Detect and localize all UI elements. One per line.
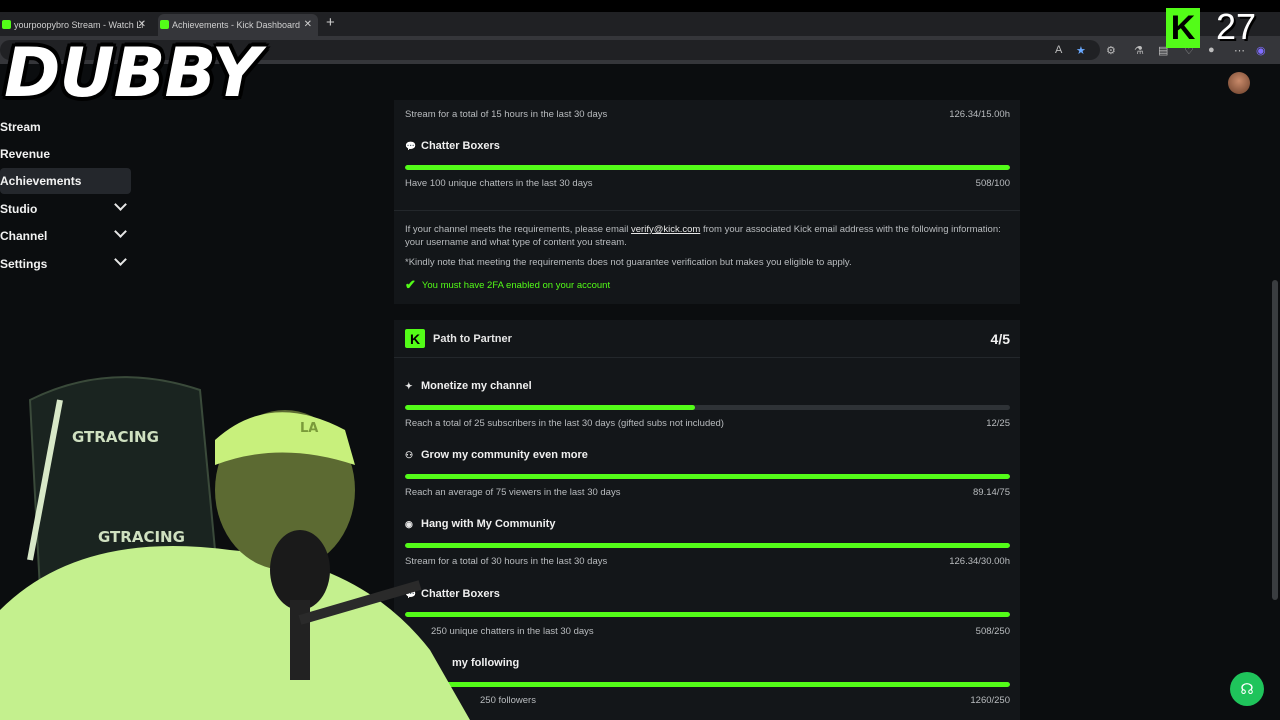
sidebar-item-stream[interactable]: Stream — [0, 114, 131, 140]
progress-bar — [405, 405, 1010, 410]
partner-header: K Path to Partner — [405, 329, 512, 348]
sidebar-item-channel[interactable]: Channel — [0, 223, 131, 249]
sidebar-item-achievements[interactable]: Achievements — [0, 168, 131, 194]
sidebar-item-studio[interactable]: Studio — [0, 196, 131, 222]
checkmark-icon: ✔ — [405, 277, 416, 292]
progress-bar — [405, 543, 1010, 548]
scrollbar[interactable] — [1272, 280, 1278, 600]
favorite-star-icon[interactable]: ★ — [1076, 44, 1086, 57]
chat-bubble-icon: 💬 — [405, 140, 417, 151]
progress-fill — [405, 474, 1010, 479]
progress-fill — [405, 682, 1010, 687]
achievement-title-text: Chatter Boxers — [421, 140, 500, 152]
sidebar-item-label: Revenue — [0, 147, 51, 161]
close-icon[interactable]: ✕ — [138, 19, 146, 30]
support-chat-button[interactable]: ☊ — [1230, 672, 1264, 706]
kick-favicon-icon — [2, 20, 11, 29]
chair-brand-text: GTRACING — [98, 528, 185, 546]
kick-logo-icon: K — [1166, 8, 1200, 48]
partner-title: Path to Partner — [433, 332, 512, 345]
chevron-down-icon — [114, 253, 127, 266]
tab-achievements[interactable]: Achievements - Kick Dashboard ✕ — [158, 14, 318, 36]
achievement-description: Stream for a total of 15 hours in the la… — [405, 109, 608, 120]
kick-favicon-icon — [160, 20, 169, 29]
sidebar-item-label: Settings — [0, 257, 48, 271]
achievement-value: 508/100 — [975, 178, 1010, 189]
progress-bar — [405, 165, 1010, 170]
twofa-text: You must have 2FA enabled on your accoun… — [421, 279, 611, 291]
sidebar-item-label: Channel — [0, 229, 48, 243]
extension-icon[interactable]: ⚗ — [1134, 44, 1144, 57]
verification-card — [394, 100, 1020, 304]
verification-note: *Kindly note that meeting the requiremen… — [405, 257, 852, 268]
viewer-count: 27 — [1216, 6, 1257, 47]
tab-title: Achievements - Kick Dashboard — [172, 20, 301, 30]
progress-bar — [405, 474, 1010, 479]
twofa-requirement: ✔ You must have 2FA enabled on your acco… — [405, 277, 610, 293]
verify-email-link[interactable]: verify@kick.com — [631, 224, 700, 235]
shirt-shape — [0, 546, 470, 720]
tab-title: yourpoopybro Stream - Watch Li — [14, 20, 144, 30]
sidebar-item-label: Stream — [0, 120, 41, 134]
achievement-value: 508/250 — [975, 626, 1010, 637]
tab-stream[interactable]: yourpoopybro Stream - Watch Li ✕ — [0, 14, 152, 36]
avatar[interactable] — [1228, 72, 1250, 94]
chair-brand-text: GTRACING — [72, 428, 159, 446]
achievement-value: 1260/250 — [970, 695, 1010, 706]
achievement-value: 126.34/15.00h — [949, 109, 1010, 120]
achievement-value: 89.14/75 — [973, 487, 1010, 498]
verification-info: If your channel meets the requirements, … — [405, 223, 1005, 249]
info-text: If your channel meets the requirements, … — [405, 224, 632, 235]
headset-icon: ☊ — [1240, 681, 1254, 698]
webcam-overlay: GTRACING GTRACING LA — [0, 360, 470, 720]
webcam-image: GTRACING GTRACING LA — [0, 376, 470, 720]
achievement-description: 250 followers — [480, 695, 536, 706]
progress-bar — [405, 612, 1010, 617]
progress-fill — [405, 612, 1010, 617]
kick-logo-icon: K — [405, 329, 425, 348]
progress-bar — [405, 682, 1010, 687]
microphone-shape — [270, 530, 330, 610]
chevron-down-icon — [114, 225, 127, 238]
profile-icon[interactable]: ● — [1208, 44, 1215, 56]
achievement-value: 12/25 — [986, 418, 1010, 429]
window-top-strip — [0, 0, 1280, 12]
achievement-description: Have 100 unique chatters in the last 30 … — [405, 178, 593, 189]
partner-count: 4/5 — [990, 331, 1010, 347]
extensions-icon[interactable]: ⚙ — [1106, 44, 1116, 57]
sidebar-item-label: Achievements — [0, 174, 82, 188]
progress-fill — [405, 543, 1010, 548]
streamer-name-overlay: DUBBY — [4, 34, 261, 113]
cap-logo-text: LA — [300, 421, 318, 436]
sidebar-item-label: Studio — [0, 202, 38, 216]
chevron-down-icon — [114, 198, 127, 211]
sidebar-item-settings[interactable]: Settings — [0, 251, 131, 277]
read-aloud-icon[interactable]: A — [1055, 44, 1062, 56]
achievement-title: 💬 Chatter Boxers — [405, 140, 500, 152]
close-icon[interactable]: ✕ — [304, 19, 312, 30]
achievement-value: 126.34/30.00h — [949, 556, 1010, 567]
divider — [394, 357, 1020, 358]
progress-fill — [405, 165, 1010, 170]
copilot-icon[interactable]: ◉ — [1256, 44, 1266, 57]
sidebar-item-revenue[interactable]: Revenue — [0, 141, 131, 167]
divider — [394, 210, 1020, 211]
tab-strip: yourpoopybro Stream - Watch Li ✕ Achieve… — [0, 12, 1280, 36]
new-tab-button[interactable]: + — [326, 14, 335, 31]
